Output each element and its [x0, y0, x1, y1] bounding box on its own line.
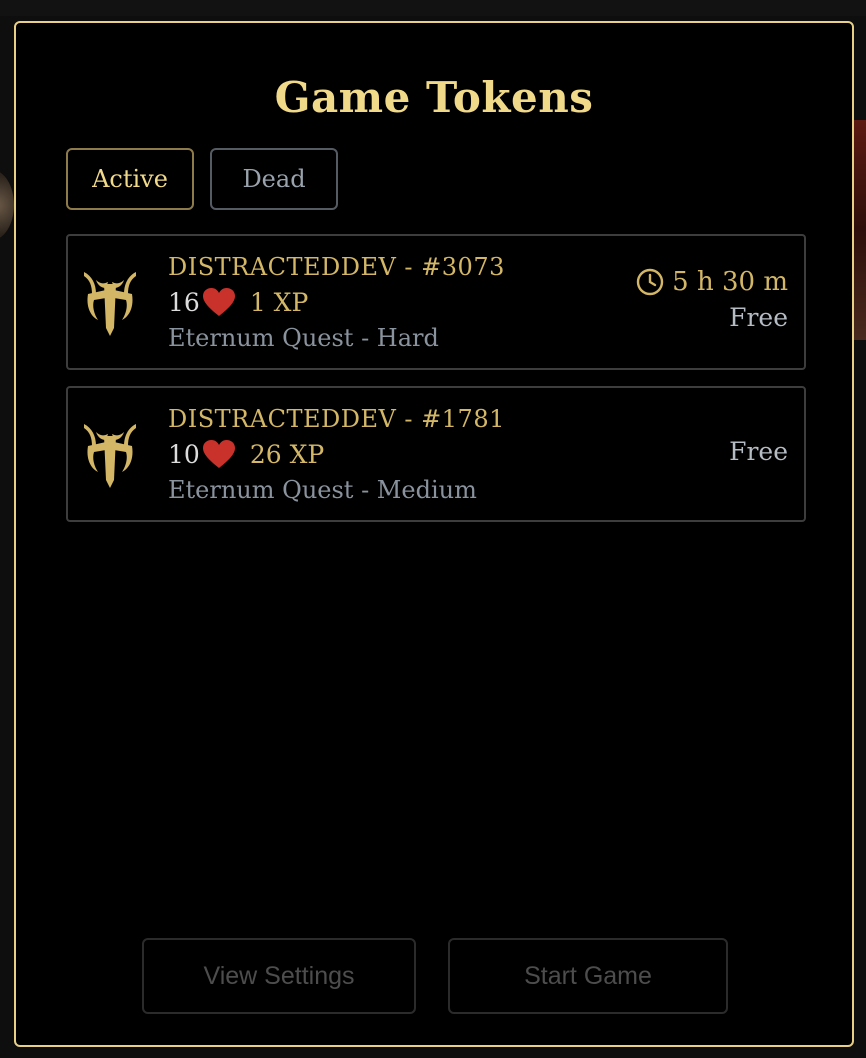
token-meta: 5 h 30 m Free [636, 264, 788, 336]
modal-title: Game Tokens [274, 73, 594, 122]
token-price: Free [729, 303, 788, 332]
token-info: DISTRACTEDDEV - #1781 10 26 XP Eternum Q… [168, 402, 505, 508]
view-settings-button[interactable]: View Settings [142, 938, 416, 1014]
game-tokens-modal: Game Tokens Active Dead DISTRACTEDDEV - … [14, 21, 854, 1047]
token-name: DISTRACTEDDEV - #3073 [168, 253, 505, 281]
token-timer: 5 h 30 m [636, 264, 788, 300]
heart-icon [202, 288, 235, 316]
token-status-tabs: Active Dead [66, 148, 338, 210]
clock-icon [636, 268, 664, 296]
token-meta: Free [729, 434, 788, 470]
token-price: Free [729, 437, 788, 466]
token-timer-text: 5 h 30 m [672, 267, 788, 297]
token-game-settings: Eternum Quest - Medium [168, 476, 477, 504]
start-game-button[interactable]: Start Game [448, 938, 728, 1014]
token-stats: 16 1 XP [168, 284, 505, 320]
background-artwork-left [0, 170, 14, 240]
tab-active[interactable]: Active [66, 148, 194, 210]
token-name: DISTRACTEDDEV - #1781 [168, 405, 505, 433]
tab-dead[interactable]: Dead [210, 148, 338, 210]
token-xp: 26 XP [249, 439, 325, 469]
token-health: 16 [168, 287, 200, 317]
heart-icon [202, 440, 235, 468]
token-xp: 1 XP [249, 287, 309, 317]
token-health: 10 [168, 439, 200, 469]
token-card[interactable]: DISTRACTEDDEV - #3073 16 1 XP Eternum Qu… [66, 234, 806, 370]
token-info: DISTRACTEDDEV - #3073 16 1 XP Eternum Qu… [168, 250, 505, 356]
token-card[interactable]: DISTRACTEDDEV - #1781 10 26 XP Eternum Q… [66, 386, 806, 522]
token-game-settings: Eternum Quest - Hard [168, 324, 439, 352]
background-artwork-right [852, 120, 866, 340]
token-stats: 10 26 XP [168, 436, 505, 472]
background-top-bar [0, 0, 866, 16]
eternum-emblem-icon [84, 272, 136, 336]
eternum-emblem-icon [84, 424, 136, 488]
